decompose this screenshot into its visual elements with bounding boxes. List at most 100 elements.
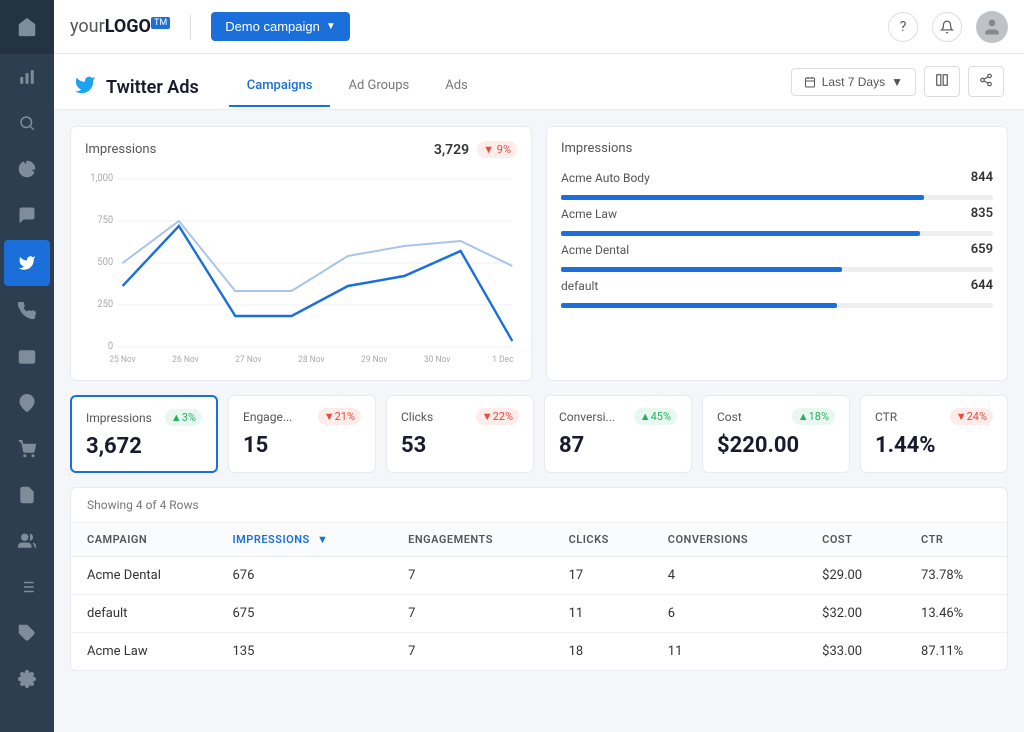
sidebar-logo [0, 0, 54, 54]
metric-value-engagements: 15 [243, 433, 361, 458]
table-info: Showing 4 of 4 Rows [71, 488, 1007, 523]
sidebar-item-phone[interactable] [0, 288, 54, 334]
tab-ads[interactable]: Ads [427, 68, 486, 107]
metric-card-conversions[interactable]: Conversi... ▲45% 87 [544, 395, 692, 473]
sidebar-item-cart[interactable] [0, 426, 54, 472]
campaign-selector-button[interactable]: Demo campaign ▼ [211, 12, 350, 41]
metric-change-ctr: ▼24% [950, 408, 993, 425]
sidebar-item-email[interactable] [0, 334, 54, 380]
top-row: Impressions 3,729 ▼ 9% 1,000 750 500 250 [70, 126, 1008, 381]
chart-svg: 1,000 750 500 250 0 [85, 166, 517, 366]
metric-card-cost[interactable]: Cost ▲18% $220.00 [702, 395, 850, 473]
metric-value-clicks: 53 [401, 433, 519, 458]
chart-stats: 3,729 ▼ 9% [434, 141, 517, 158]
metric-card-ctr[interactable]: CTR ▼24% 1.44% [860, 395, 1008, 473]
col-ctr[interactable]: CTR [905, 523, 1007, 557]
date-range-button[interactable]: Last 7 Days ▼ [791, 68, 916, 96]
columns-button[interactable] [924, 66, 960, 97]
col-campaign[interactable]: CAMPAIGN [71, 523, 217, 557]
impressions-breakdown-card: Impressions Acme Auto Body 844 [546, 126, 1008, 381]
svg-text:750: 750 [97, 215, 113, 226]
chart-title: Impressions [85, 142, 156, 157]
sidebar-item-settings[interactable] [0, 656, 54, 702]
chart-value: 3,729 [434, 142, 469, 158]
chart-area: 1,000 750 500 250 0 [85, 166, 517, 366]
main-area: yourLOGOTM Demo campaign ▼ ? Twitter Ads [54, 0, 1024, 732]
metric-change-impressions: ▲3% [165, 409, 202, 426]
user-avatar[interactable] [976, 11, 1008, 43]
tab-adgroups[interactable]: Ad Groups [330, 68, 427, 107]
sidebar-item-chat[interactable] [0, 192, 54, 238]
table-row: Acme Dental 676 7 17 4 $29.00 73.78% [71, 557, 1007, 595]
svg-text:250: 250 [97, 299, 113, 310]
chart-header: Impressions 3,729 ▼ 9% [85, 141, 517, 158]
campaigns-table: CAMPAIGN IMPRESSIONS ▼ ENGAGEMENTS CLICK… [71, 523, 1007, 670]
share-button[interactable] [968, 66, 1004, 97]
metric-change-cost: ▲18% [792, 408, 835, 425]
twitter-icon [74, 74, 96, 102]
content-area: Impressions 3,729 ▼ 9% 1,000 750 500 250 [54, 110, 1024, 732]
page-header: Twitter Ads Campaigns Ad Groups Ads Last… [54, 54, 1024, 110]
col-engagements[interactable]: ENGAGEMENTS [392, 523, 552, 557]
topbar-right: ? [888, 11, 1008, 43]
tab-campaigns[interactable]: Campaigns [229, 68, 331, 107]
sidebar-item-pie[interactable] [0, 146, 54, 192]
impressions-chart-card: Impressions 3,729 ▼ 9% 1,000 750 500 250 [70, 126, 532, 381]
sidebar-item-tag[interactable] [0, 610, 54, 656]
metric-value-ctr: 1.44% [875, 433, 993, 458]
metric-card-clicks[interactable]: Clicks ▼22% 53 [386, 395, 534, 473]
impressions-breakdown-title: Impressions [561, 141, 993, 156]
impressions-rows: Acme Auto Body 844 Acme Law 835 [561, 170, 993, 308]
help-button[interactable]: ? [888, 12, 918, 42]
table-body: Acme Dental 676 7 17 4 $29.00 73.78% def… [71, 557, 1007, 671]
svg-text:26 Nov: 26 Nov [172, 355, 199, 365]
svg-text:29 Nov: 29 Nov [361, 355, 388, 365]
metric-card-impressions[interactable]: Impressions ▲3% 3,672 [70, 395, 218, 473]
metric-change-engagements: ▼21% [318, 408, 361, 425]
sidebar-item-users[interactable] [0, 518, 54, 564]
imp-row-2: Acme Law 835 [561, 206, 993, 236]
chart-change-badge: ▼ 9% [477, 141, 517, 158]
page-header-right: Last 7 Days ▼ [791, 66, 1004, 109]
col-conversions[interactable]: CONVERSIONS [652, 523, 806, 557]
col-impressions[interactable]: IMPRESSIONS ▼ [217, 523, 393, 557]
topbar: yourLOGOTM Demo campaign ▼ ? [54, 0, 1024, 54]
table-header-row: CAMPAIGN IMPRESSIONS ▼ ENGAGEMENTS CLICK… [71, 523, 1007, 557]
sidebar-item-analytics[interactable] [0, 54, 54, 100]
campaigns-table-card: Showing 4 of 4 Rows CAMPAIGN IMPRESSIONS… [70, 487, 1008, 671]
sidebar-item-location[interactable] [0, 380, 54, 426]
svg-text:500: 500 [97, 257, 113, 268]
metric-change-conversions: ▲45% [634, 408, 677, 425]
svg-text:30 Nov: 30 Nov [424, 355, 451, 365]
sort-icon: ▼ [317, 533, 328, 546]
sidebar-item-pages[interactable] [0, 472, 54, 518]
svg-text:25 Nov: 25 Nov [109, 355, 136, 365]
svg-text:27 Nov: 27 Nov [235, 355, 262, 365]
page-title: Twitter Ads [106, 77, 199, 98]
topbar-divider [190, 15, 191, 39]
topbar-left: yourLOGOTM Demo campaign ▼ [70, 12, 350, 41]
sidebar-item-search[interactable] [0, 100, 54, 146]
page-header-left: Twitter Ads Campaigns Ad Groups Ads [74, 68, 486, 107]
col-cost[interactable]: COST [806, 523, 905, 557]
metrics-row: Impressions ▲3% 3,672 Engage... ▼21% 15 [70, 395, 1008, 473]
dropdown-caret-icon: ▼ [891, 75, 903, 89]
col-clicks[interactable]: CLICKS [553, 523, 652, 557]
caret-icon: ▼ [326, 21, 336, 32]
sidebar-item-list[interactable] [0, 564, 54, 610]
metric-value-impressions: 3,672 [86, 434, 202, 459]
nav-tabs: Campaigns Ad Groups Ads [229, 68, 486, 107]
imp-row-1: Acme Auto Body 844 [561, 170, 993, 200]
main-grid: Impressions 3,729 ▼ 9% 1,000 750 500 250 [54, 110, 1024, 687]
logo: yourLOGOTM [70, 16, 170, 37]
notifications-button[interactable] [932, 12, 962, 42]
imp-row-4: default 644 [561, 278, 993, 308]
sidebar-item-twitter[interactable] [4, 240, 50, 286]
metric-card-engagements[interactable]: Engage... ▼21% 15 [228, 395, 376, 473]
metric-change-clicks: ▼22% [476, 408, 519, 425]
table-row: Acme Law 135 7 18 11 $33.00 87.11% [71, 633, 1007, 671]
svg-text:1,000: 1,000 [90, 173, 113, 184]
metric-value-cost: $220.00 [717, 433, 835, 458]
calendar-icon [804, 76, 816, 88]
svg-text:28 Nov: 28 Nov [298, 355, 325, 365]
